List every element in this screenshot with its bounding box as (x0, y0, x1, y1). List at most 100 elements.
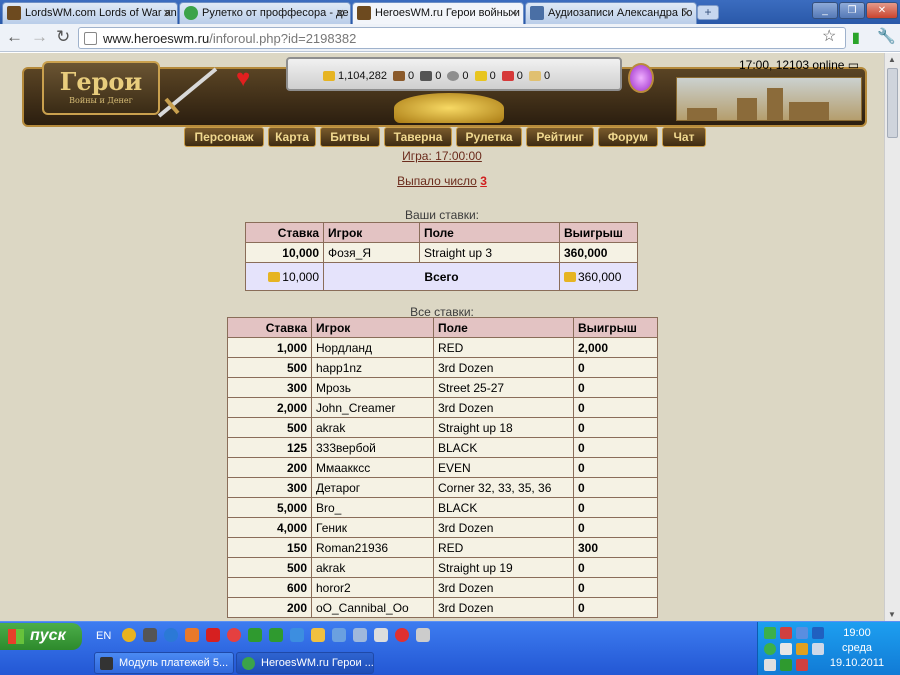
back-icon[interactable]: ← (6, 28, 23, 46)
server-time-online: 17:00, 12103 online ▭ (739, 58, 859, 72)
clock[interactable]: 19:00 среда 19.10.2011 (817, 626, 897, 671)
quicklaunch-icon[interactable] (395, 628, 409, 642)
tab-title: HeroesWM.ru Герои войны и (375, 7, 520, 19)
player-cell[interactable]: Bro_ (311, 497, 434, 518)
quicklaunch-icon[interactable] (185, 628, 199, 642)
player-cell[interactable]: Фозя_Я (323, 242, 420, 263)
menu-battles[interactable]: Битвы (320, 127, 380, 147)
wrench-icon[interactable]: 🔧 (877, 28, 896, 46)
maximize-button[interactable]: ❐ (839, 2, 865, 19)
reload-icon[interactable]: ↻ (56, 28, 70, 46)
col-player: Игрок (311, 317, 434, 338)
close-icon[interactable]: ✕ (336, 7, 345, 20)
tab-lordswm[interactable]: LordsWM.com Lords of War an ✕ (2, 2, 178, 24)
quicklaunch-icon[interactable] (290, 628, 304, 642)
potion-icon[interactable] (628, 63, 654, 93)
menu-character[interactable]: Персонаж (184, 127, 264, 147)
tray-icon[interactable] (796, 627, 808, 639)
tray-icon[interactable] (780, 659, 792, 671)
tab-roulette[interactable]: Рулетко от проффесора - де ✕ (179, 2, 351, 24)
signal-icon[interactable]: ▮ (852, 28, 860, 46)
tray-icon[interactable] (796, 659, 808, 671)
player-cell[interactable]: happ1nz (311, 357, 434, 378)
close-icon[interactable]: ✕ (682, 7, 691, 20)
quicklaunch-icon[interactable] (248, 628, 262, 642)
ie-icon[interactable] (164, 628, 178, 642)
player-cell[interactable]: Геник (311, 517, 434, 538)
game-time-link[interactable]: Игра: 17:00:00 (402, 149, 482, 163)
scroll-up-icon[interactable]: ▲ (888, 55, 896, 64)
new-tab-button[interactable]: + (697, 5, 719, 20)
player-cell[interactable]: John_Creamer (311, 397, 434, 418)
player-cell[interactable]: Roman21936 (311, 537, 434, 558)
table-row: 125 333вербой BLACK 0 (227, 437, 658, 458)
close-icon[interactable]: ✕ (509, 7, 518, 20)
resource-crystal: 0 (516, 70, 523, 82)
player-cell[interactable]: 333вербой (311, 437, 434, 458)
scroll-down-icon[interactable]: ▼ (888, 610, 896, 619)
tray-icon[interactable] (780, 627, 792, 639)
tab-heroeswm[interactable]: HeroesWM.ru Герои войны и ✕ (352, 2, 524, 24)
quicklaunch-icon[interactable] (227, 628, 241, 642)
sword-icon (157, 67, 218, 118)
quicklaunch-icon[interactable] (416, 628, 430, 642)
volume-icon[interactable] (764, 659, 776, 671)
win-cell: 0 (573, 557, 658, 578)
quicklaunch-icon[interactable] (122, 628, 136, 642)
quicklaunch-icon[interactable] (143, 628, 157, 642)
player-cell[interactable]: akrak (311, 417, 434, 438)
bet-cell: 10,000 (245, 242, 324, 263)
address-bar[interactable]: www.heroeswm.ru/inforoul.php?id=2198382 (78, 27, 846, 49)
player-cell[interactable]: Детарог (311, 477, 434, 498)
bet-cell: 4,000 (227, 517, 312, 538)
star-icon[interactable]: ☆ (822, 28, 836, 46)
language-indicator[interactable]: EN (96, 630, 111, 642)
tray-icon[interactable] (764, 627, 776, 639)
menu-roulette[interactable]: Рулетка (456, 127, 522, 147)
my-bets-title: Ваши ставки: (404, 208, 480, 222)
quicklaunch-icon[interactable] (311, 628, 325, 642)
taskbar-task-heroeswm[interactable]: HeroesWM.ru Герои ... (236, 652, 374, 674)
castle-icon (357, 6, 371, 20)
menu-map[interactable]: Карта (268, 127, 316, 147)
start-button[interactable]: пуск (0, 623, 82, 650)
tab-audio[interactable]: Аудиозаписи Александра Го ✕ (525, 2, 697, 24)
minimize-button[interactable]: _ (812, 2, 838, 19)
quicklaunch-icon[interactable] (206, 628, 220, 642)
quicklaunch-icon[interactable] (374, 628, 388, 642)
player-cell[interactable]: oO_Cannibal_Oo (311, 597, 434, 618)
win-cell: 360,000 (559, 242, 638, 263)
tray-icon[interactable] (796, 643, 808, 655)
close-icon[interactable]: ✕ (163, 7, 172, 20)
taskbar-task-payments[interactable]: Модуль платежей 5... (94, 652, 234, 674)
total-win-cell: 360,000 (559, 262, 638, 291)
my-bets-table: Ставка Игрок Поле Выигрыш 10,000 Фозя_Я … (245, 222, 638, 291)
player-cell[interactable]: akrak (311, 557, 434, 578)
mail-icon[interactable]: ▭ (848, 58, 859, 72)
menu-chat[interactable]: Чат (662, 127, 706, 147)
field-cell: BLACK (433, 437, 574, 458)
player-cell[interactable]: Мрозь (311, 377, 434, 398)
player-cell[interactable]: horor2 (311, 577, 434, 598)
col-win: Выигрыш (559, 222, 638, 243)
quicklaunch-icon[interactable] (269, 628, 283, 642)
menu-forum[interactable]: Форум (598, 127, 658, 147)
scroll-thumb[interactable] (887, 68, 898, 138)
menu-rating[interactable]: Рейтинг (526, 127, 594, 147)
chrome-icon (242, 657, 255, 670)
quicklaunch-icon[interactable] (353, 628, 367, 642)
tray-icon[interactable] (764, 643, 776, 655)
heart-icon[interactable]: ♥ (236, 65, 250, 93)
player-cell[interactable]: Ммаакксс (311, 457, 434, 478)
quicklaunch-icon[interactable] (332, 628, 346, 642)
tray-icon[interactable] (780, 643, 792, 655)
table-row: 300 Мрозь Street 25-27 0 (227, 377, 658, 398)
close-window-button[interactable]: ✕ (866, 2, 898, 19)
forward-icon[interactable]: → (31, 28, 48, 46)
game-logo[interactable]: Герои Войны и Денег (42, 61, 160, 115)
menu-tavern[interactable]: Таверна (384, 127, 452, 147)
result-number: 3 (480, 174, 487, 188)
player-cell[interactable]: Нордланд (311, 337, 434, 358)
field-cell: RED (433, 537, 574, 558)
page-scrollbar[interactable]: ▲ ▼ (884, 53, 900, 621)
